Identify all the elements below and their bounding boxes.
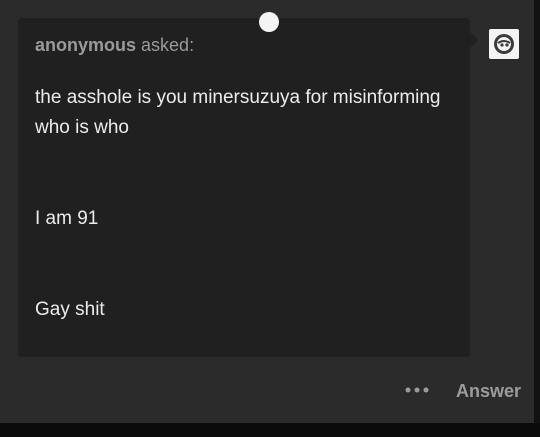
ask-card: anonymous asked: the asshole is you mine… [18,18,470,357]
indicator-dot [259,12,279,32]
answer-button[interactable]: Answer [456,380,521,402]
question-paragraph: Gay shit [35,299,105,320]
asker-line: anonymous asked: [35,34,194,56]
avatar[interactable] [489,29,519,59]
more-options-button[interactable] [402,378,434,402]
question-paragraph: I am 91 [35,208,99,229]
scrollbar-edge [534,0,540,437]
more-dots-icon [405,387,429,393]
asked-label: asked: [141,35,195,55]
blog-avatar-icon [494,34,514,54]
asker-name: anonymous [35,35,137,55]
question-paragraph: the asshole is you minersuzuya for misin… [35,87,441,138]
speech-bubble-notch [470,32,478,48]
page-bottom-edge [0,423,540,437]
